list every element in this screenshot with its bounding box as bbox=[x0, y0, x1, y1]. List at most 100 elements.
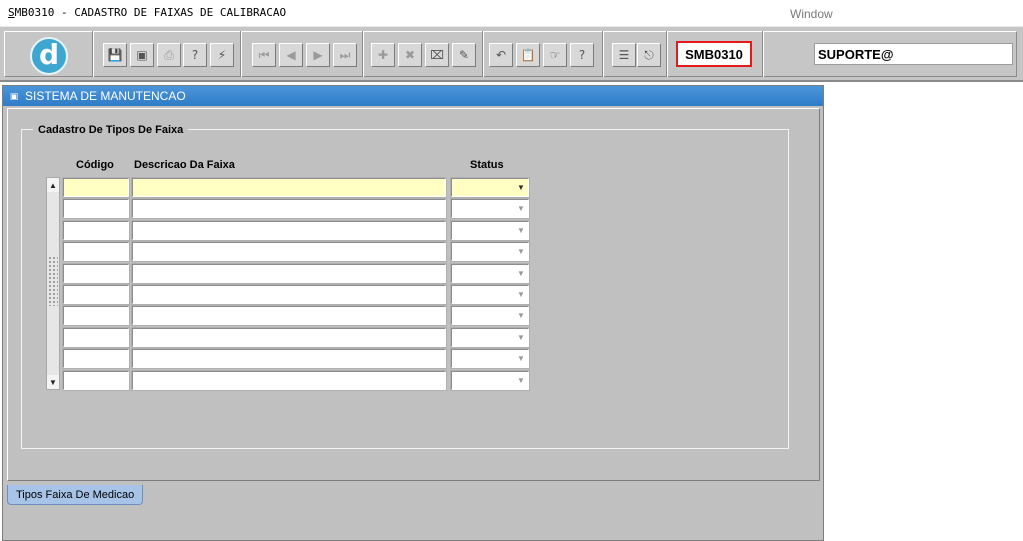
exit-button[interactable]: ⎋ bbox=[637, 43, 661, 67]
edit-icon: ✎ bbox=[458, 48, 470, 62]
app-title-mnemonic: S bbox=[8, 6, 15, 19]
toolbar-separator bbox=[762, 31, 764, 77]
column-header-descricao: Descricao Da Faixa bbox=[134, 159, 235, 171]
chevron-down-icon[interactable]: ▼ bbox=[514, 265, 528, 282]
codigo-field[interactable] bbox=[62, 305, 130, 327]
execute-query-button[interactable]: ⚡ bbox=[210, 43, 234, 67]
codigo-field[interactable] bbox=[62, 177, 130, 198]
chevron-down-icon[interactable]: ▼ bbox=[514, 329, 528, 346]
descricao-field[interactable] bbox=[131, 284, 447, 305]
toolbar-separator bbox=[362, 31, 364, 77]
main-window: ▣ SISTEMA DE MANUTENCAO Cadastro De Tipo… bbox=[2, 85, 824, 541]
chevron-down-icon[interactable]: ▼ bbox=[514, 243, 528, 260]
undo-button[interactable]: ↶ bbox=[489, 43, 513, 67]
descricao-field[interactable] bbox=[131, 326, 447, 348]
help-button[interactable]: ? bbox=[570, 43, 594, 67]
status-select[interactable]: ▼ bbox=[450, 177, 530, 198]
window-titlebar: ▣ SISTEMA DE MANUTENCAO bbox=[3, 86, 823, 106]
list-values-button[interactable]: ☞ bbox=[543, 43, 567, 67]
clipboard-button[interactable]: 📋 bbox=[516, 43, 540, 67]
codigo-field[interactable] bbox=[62, 198, 130, 220]
status-select[interactable]: ▼ bbox=[450, 305, 530, 327]
save-button[interactable]: 💾 bbox=[103, 43, 127, 67]
descricao-field[interactable] bbox=[131, 177, 447, 198]
menu-bar: SMB0310 - CADASTRO DE FAIXAS DE CALIBRAC… bbox=[0, 0, 1023, 26]
app-title-text: MB0310 - CADASTRO DE FAIXAS DE CALIBRACA… bbox=[14, 6, 287, 19]
codigo-field[interactable] bbox=[62, 241, 130, 263]
descricao-field[interactable] bbox=[131, 241, 447, 263]
descricao-field[interactable] bbox=[131, 219, 447, 241]
scroll-down-icon[interactable]: ▼ bbox=[47, 375, 59, 389]
descricao-field[interactable] bbox=[131, 198, 447, 220]
help-icon: ? bbox=[578, 48, 586, 62]
codigo-field[interactable] bbox=[62, 326, 130, 348]
toolbar-separator bbox=[240, 31, 242, 77]
codigo-field[interactable] bbox=[62, 284, 130, 305]
window-button[interactable]: ▣ bbox=[130, 43, 154, 67]
insert-record-button[interactable]: ✚ bbox=[371, 43, 395, 67]
toolbar-separator bbox=[666, 31, 668, 77]
status-select[interactable]: ▼ bbox=[450, 198, 530, 220]
toolbar-separator bbox=[482, 31, 484, 77]
chevron-down-icon[interactable]: ▼ bbox=[514, 307, 528, 324]
chevron-down-icon[interactable]: ▼ bbox=[514, 222, 528, 239]
print-icon: ⎙ bbox=[164, 48, 174, 62]
chevron-down-icon[interactable]: ▼ bbox=[514, 200, 528, 217]
status-select[interactable]: ▼ bbox=[450, 326, 530, 348]
list-values-icon: ☞ bbox=[549, 48, 561, 62]
insert-record-icon: ✚ bbox=[377, 48, 389, 62]
descricao-field[interactable] bbox=[131, 262, 447, 284]
query-icon: ? bbox=[191, 48, 199, 62]
status-select[interactable]: ▼ bbox=[450, 369, 530, 391]
frame-title: Cadastro De Tipos De Faixa bbox=[33, 124, 189, 136]
codigo-field[interactable] bbox=[62, 219, 130, 241]
exit-icon: ⎋ bbox=[644, 48, 654, 62]
user-field: SUPORTE@ bbox=[814, 43, 1013, 65]
query-button[interactable]: ? bbox=[183, 43, 207, 67]
next-record-button[interactable]: ▶ bbox=[306, 43, 330, 67]
toolbar-separator bbox=[92, 31, 94, 77]
delete-record-button[interactable]: ✖ bbox=[398, 43, 422, 67]
window-title: SISTEMA DE MANUTENCAO bbox=[25, 89, 186, 103]
scroll-thumb[interactable] bbox=[48, 256, 58, 306]
records-scrollbar[interactable]: ▲ ▼ bbox=[46, 177, 60, 390]
app-title: SMB0310 - CADASTRO DE FAIXAS DE CALIBRAC… bbox=[8, 6, 286, 19]
previous-record-button[interactable]: ◀ bbox=[279, 43, 303, 67]
descricao-field[interactable] bbox=[131, 369, 447, 391]
codigo-field[interactable] bbox=[62, 369, 130, 391]
toolbar: d 💾 ▣ ⎙? ⚡ ⏮ ◀ ▶ ⏭ ✚ ✖ ⌧ ✎ ↶ 📋 ☞? ☰ ⎋ SMB0310 SUPORTE@ bbox=[0, 26, 1023, 82]
chevron-down-icon[interactable]: ▼ bbox=[514, 372, 528, 389]
first-record-icon: ⏮ bbox=[258, 48, 270, 62]
canvas-area: Cadastro De Tipos De Faixa Código Descri… bbox=[7, 108, 820, 481]
menu-icon: ☰ bbox=[618, 48, 630, 62]
clear-record-icon: ⌧ bbox=[430, 48, 444, 62]
previous-record-icon: ◀ bbox=[286, 48, 296, 62]
edit-button[interactable]: ✎ bbox=[452, 43, 476, 67]
scroll-up-icon[interactable]: ▲ bbox=[47, 178, 59, 192]
chevron-down-icon[interactable]: ▼ bbox=[514, 350, 528, 367]
window-menu-icon[interactable]: ▣ bbox=[8, 90, 20, 102]
status-select[interactable]: ▼ bbox=[450, 219, 530, 241]
menu-window[interactable]: Window bbox=[790, 7, 833, 21]
next-record-icon: ▶ bbox=[313, 48, 323, 62]
status-select[interactable]: ▼ bbox=[450, 348, 530, 370]
chevron-down-icon[interactable]: ▼ bbox=[514, 286, 528, 303]
descricao-field[interactable] bbox=[131, 305, 447, 327]
menu-button[interactable]: ☰ bbox=[612, 43, 636, 67]
logo: d bbox=[30, 37, 68, 75]
column-header-codigo: Código bbox=[76, 159, 114, 171]
tab-tipos-faixa-medicao[interactable]: Tipos Faixa De Medicao bbox=[7, 485, 144, 505]
status-select[interactable]: ▼ bbox=[450, 262, 530, 284]
codigo-field[interactable] bbox=[62, 348, 130, 370]
chevron-down-icon[interactable]: ▼ bbox=[514, 179, 528, 196]
descricao-field[interactable] bbox=[131, 348, 447, 370]
clear-record-button[interactable]: ⌧ bbox=[425, 43, 449, 67]
execute-query-icon: ⚡ bbox=[217, 48, 227, 62]
codigo-field[interactable] bbox=[62, 262, 130, 284]
form-code-box: SMB0310 bbox=[676, 41, 752, 67]
first-record-button[interactable]: ⏮ bbox=[252, 43, 276, 67]
print-button[interactable]: ⎙ bbox=[157, 43, 181, 67]
last-record-button[interactable]: ⏭ bbox=[333, 43, 357, 67]
status-select[interactable]: ▼ bbox=[450, 284, 530, 305]
status-select[interactable]: ▼ bbox=[450, 241, 530, 263]
